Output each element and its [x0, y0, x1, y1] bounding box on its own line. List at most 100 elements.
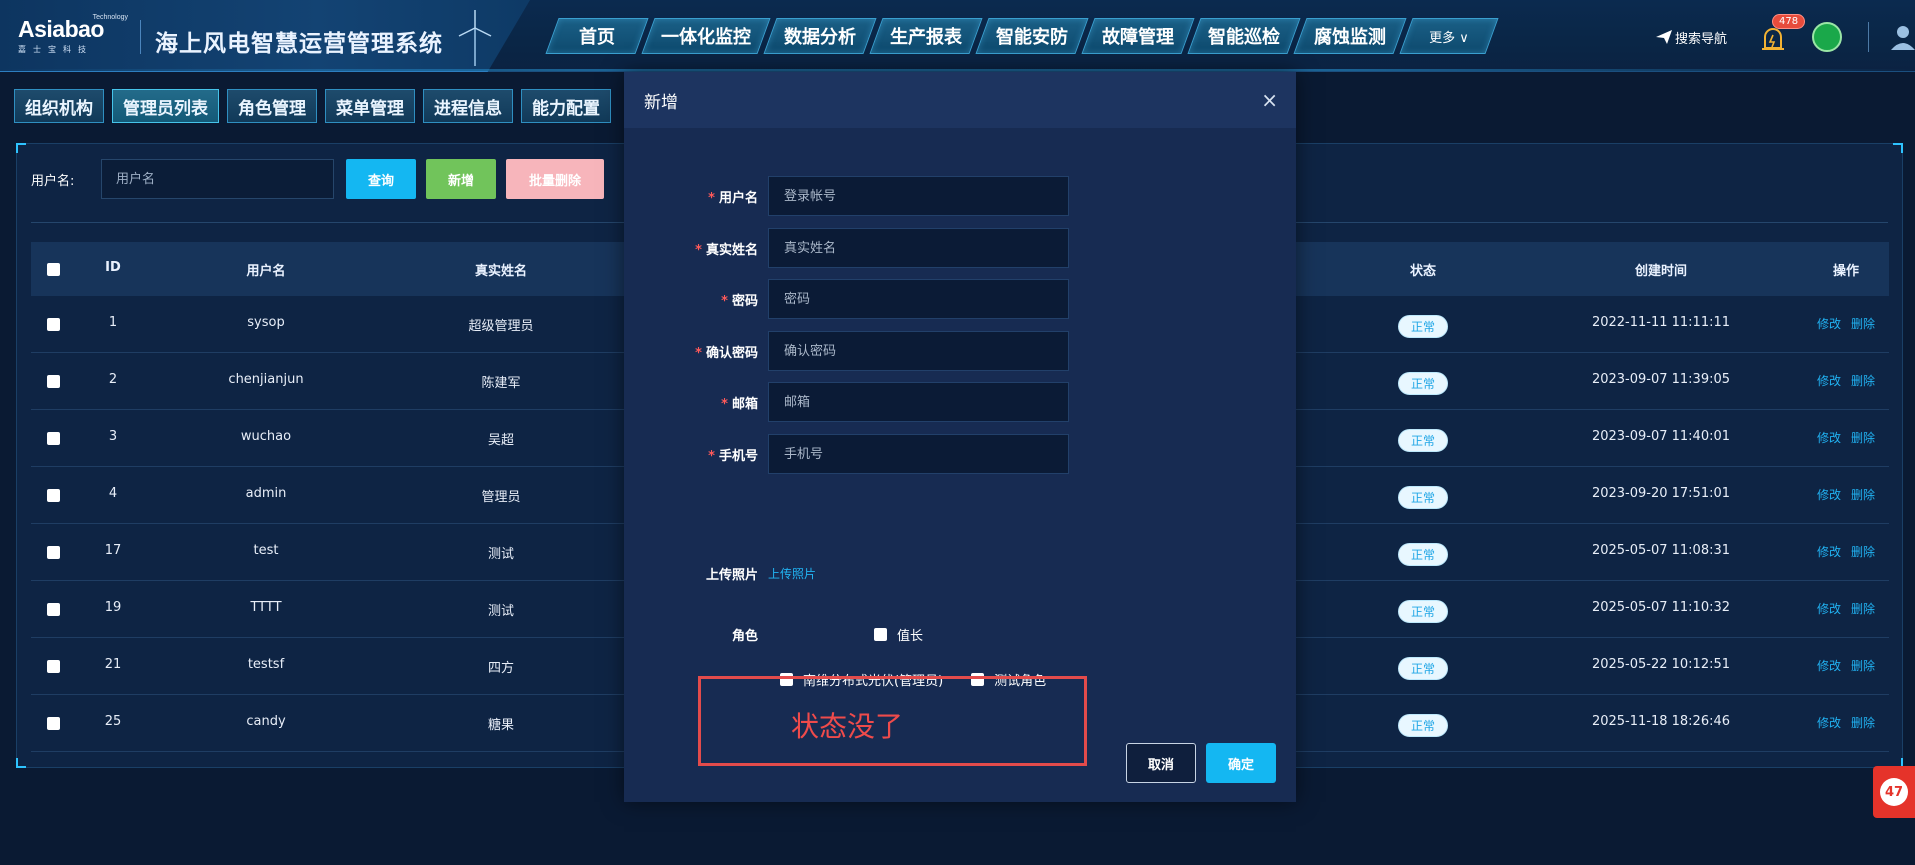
- panel-corner: [1893, 143, 1903, 153]
- cell-id: 4: [108, 486, 118, 501]
- role-checkbox[interactable]: [874, 627, 887, 641]
- nav-smart-security[interactable]: 智能安防: [975, 18, 1089, 54]
- floating-count: 47: [1880, 778, 1908, 806]
- col-ops: 操作: [1832, 264, 1859, 279]
- field-label-text: 用户名: [718, 190, 758, 206]
- row-checkbox[interactable]: [47, 717, 60, 730]
- nav-more[interactable]: 更多 ∨: [1399, 18, 1499, 54]
- add-button[interactable]: 新增: [426, 159, 496, 199]
- required-asterisk: *: [721, 396, 728, 412]
- field-label-text: 真实姓名: [705, 242, 758, 258]
- required-asterisk: *: [708, 448, 715, 464]
- nav-integrated-monitoring[interactable]: 一体化监控: [641, 18, 771, 54]
- edit-link[interactable]: 修改: [1817, 602, 1841, 616]
- nav-corrosion-monitoring[interactable]: 腐蚀监测: [1293, 18, 1407, 54]
- delete-link[interactable]: 删除: [1851, 716, 1875, 730]
- cell-username: TTTT: [250, 600, 282, 615]
- user-profile-icon[interactable]: [1885, 22, 1915, 52]
- edit-link[interactable]: 修改: [1817, 488, 1841, 502]
- required-asterisk: *: [695, 242, 702, 258]
- edit-link[interactable]: 修改: [1817, 317, 1841, 331]
- batch-delete-button[interactable]: 批量删除: [506, 159, 604, 199]
- cell-username: wuchao: [240, 429, 292, 444]
- cell-username: sysop: [247, 315, 285, 330]
- tab-process-info[interactable]: 进程信息: [423, 89, 513, 123]
- tab-role-management[interactable]: 角色管理: [227, 89, 317, 123]
- field-label-text: 确认密码: [705, 345, 758, 361]
- row-checkbox[interactable]: [47, 375, 60, 388]
- logo-cn-text: 嘉士宝科技: [18, 45, 93, 54]
- field-input[interactable]: [768, 434, 1069, 474]
- edit-link[interactable]: 修改: [1817, 431, 1841, 445]
- confirm-button[interactable]: 确定: [1206, 743, 1276, 783]
- cell-created: 2025-05-22 10:12:51: [1591, 657, 1731, 672]
- delete-link[interactable]: 删除: [1851, 602, 1875, 616]
- col-realname: 真实姓名: [474, 264, 527, 279]
- cell-id: 17: [104, 543, 122, 558]
- form-row: * 密码: [624, 279, 1069, 319]
- nav-home[interactable]: 首页: [545, 18, 649, 54]
- select-all-checkbox[interactable]: [47, 263, 60, 276]
- field-input[interactable]: [768, 382, 1069, 422]
- row-checkbox[interactable]: [47, 489, 60, 502]
- delete-link[interactable]: 删除: [1851, 659, 1875, 673]
- delete-link[interactable]: 删除: [1851, 374, 1875, 388]
- cell-id: 19: [104, 600, 122, 615]
- cell-created: 2025-05-07 11:08:31: [1591, 543, 1731, 558]
- search-nav[interactable]: 搜索导航: [1655, 22, 1727, 52]
- annotation-text: 状态没了: [791, 710, 904, 743]
- nav-data-analysis[interactable]: 数据分析: [763, 18, 877, 54]
- tab-organization[interactable]: 组织机构: [14, 89, 104, 123]
- user-avatar[interactable]: [1812, 22, 1842, 52]
- role-row: 角色 值长: [624, 614, 923, 654]
- row-checkbox[interactable]: [47, 660, 60, 673]
- edit-link[interactable]: 修改: [1817, 374, 1841, 388]
- tab-capability-config[interactable]: 能力配置: [521, 89, 611, 123]
- main-nav: 首页 一体化监控 数据分析 生产报表 智能安防 故障管理 智能巡检 腐蚀监测 更…: [545, 18, 1499, 56]
- col-id: ID: [105, 260, 121, 275]
- panel-corner: [16, 143, 26, 153]
- query-button[interactable]: 查询: [346, 159, 416, 199]
- row-checkbox[interactable]: [47, 603, 60, 616]
- tab-admin-list[interactable]: 管理员列表: [112, 89, 219, 123]
- form-row: * 邮箱: [624, 382, 1069, 422]
- cell-username: testsf: [247, 657, 285, 672]
- upload-photo-link[interactable]: 上传照片: [768, 565, 816, 582]
- panel-corner: [16, 758, 26, 768]
- username-filter-input[interactable]: [101, 159, 334, 199]
- close-icon[interactable]: ×: [1261, 88, 1278, 112]
- col-status: 状态: [1409, 264, 1436, 279]
- form-row: * 手机号: [624, 434, 1069, 474]
- alarm-count-badge: 478: [1772, 14, 1806, 29]
- row-checkbox[interactable]: [47, 318, 60, 331]
- cell-realname: 吴超: [487, 433, 514, 448]
- row-checkbox[interactable]: [47, 432, 60, 445]
- edit-link[interactable]: 修改: [1817, 659, 1841, 673]
- cancel-button[interactable]: 取消: [1126, 743, 1196, 783]
- edit-link[interactable]: 修改: [1817, 545, 1841, 559]
- role-option-duty-chief[interactable]: 值长: [874, 625, 923, 644]
- row-checkbox[interactable]: [47, 546, 60, 559]
- field-input[interactable]: [768, 228, 1069, 268]
- system-title: 海上风电智慧运营管理系统: [155, 31, 443, 57]
- tab-menu-management[interactable]: 菜单管理: [325, 89, 415, 123]
- edit-link[interactable]: 修改: [1817, 716, 1841, 730]
- header-divider: [1868, 22, 1869, 52]
- delete-link[interactable]: 删除: [1851, 488, 1875, 502]
- field-input[interactable]: [768, 176, 1069, 216]
- status-badge: 正常: [1397, 714, 1448, 737]
- field-input[interactable]: [768, 331, 1069, 371]
- delete-link[interactable]: 删除: [1851, 545, 1875, 559]
- nav-fault-management[interactable]: 故障管理: [1081, 18, 1195, 54]
- delete-link[interactable]: 删除: [1851, 317, 1875, 331]
- nav-smart-inspection[interactable]: 智能巡检: [1187, 18, 1301, 54]
- field-input[interactable]: [768, 279, 1069, 319]
- col-created: 创建时间: [1634, 264, 1687, 279]
- field-label: * 确认密码: [624, 342, 768, 361]
- form-row: * 用户名: [624, 176, 1069, 216]
- delete-link[interactable]: 删除: [1851, 431, 1875, 445]
- nav-production-report[interactable]: 生产报表: [869, 18, 983, 54]
- status-badge: 正常: [1397, 429, 1448, 452]
- required-asterisk: *: [695, 345, 702, 361]
- floating-notification-badge[interactable]: 47: [1873, 766, 1915, 818]
